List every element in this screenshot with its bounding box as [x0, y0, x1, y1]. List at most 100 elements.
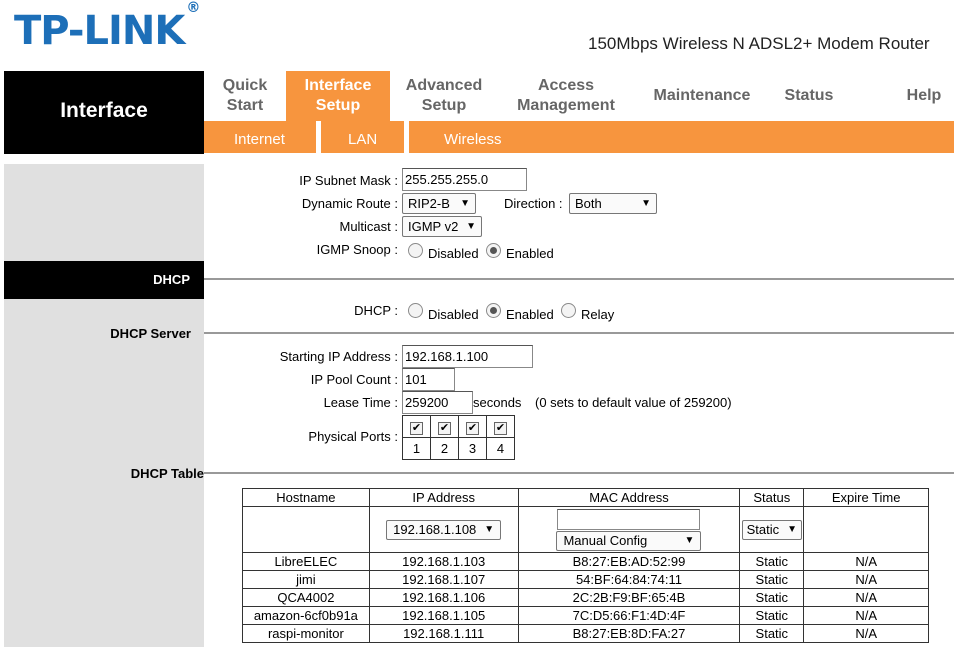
igmp-snoop-enabled-label: Enabled [506, 246, 554, 261]
table-cell: N/A [803, 624, 929, 643]
lease-time-input[interactable] [402, 391, 473, 414]
table-cell: 192.168.1.105 [368, 606, 519, 625]
ip-address-select[interactable]: 192.168.1.108 ▼ [386, 519, 502, 540]
table-cell: N/A [803, 570, 929, 589]
multicast-select[interactable]: IGMP v2 ▼ [402, 216, 482, 237]
add-entry-row: 192.168.1.108 ▼ Manual Config ▼ Static ▼ [242, 506, 929, 553]
table-row: amazon-6cf0b91a 192.168.1.105 7C:D5:66:F1:… [242, 606, 929, 625]
table-cell: N/A [803, 606, 929, 625]
lease-unit: seconds [473, 395, 522, 410]
port-number: 2 [430, 437, 459, 460]
table-row: raspi-monitor 192.168.1.111 B8:27:EB:8D:FA… [242, 624, 929, 643]
table-row: LibreELEC 192.168.1.103 B8:27:EB:AD:52:99 S… [242, 552, 929, 571]
port-number: 4 [486, 437, 515, 460]
dhcp-enabled-label: Enabled [506, 307, 554, 322]
column-header: Expire Time [803, 488, 929, 507]
multicast-label: Multicast : [339, 219, 398, 234]
igmp-snoop-label: IGMP Snoop : [316, 242, 398, 257]
dhcp-disabled-radio[interactable] [408, 303, 423, 318]
dhcp-server-heading: DHCP Server [110, 326, 191, 341]
divider [204, 278, 954, 280]
dhcp-enabled-radio[interactable] [486, 303, 501, 318]
pool-count-input[interactable] [402, 368, 455, 391]
table-cell: B8:27:EB:8D:FA:27 [517, 624, 741, 643]
nav-maintenance[interactable]: Maintenance [642, 71, 762, 121]
table-cell: 7C:D5:66:F1:4D:4F [517, 606, 741, 625]
physical-ports-label: Physical Ports : [308, 429, 398, 444]
model-name: 150Mbps Wireless N ADSL2+ Modem Router [588, 34, 930, 53]
direction-select[interactable]: Both ▼ [569, 193, 657, 214]
main-nav: Quick Start Interface Setup Advanced Set… [204, 71, 954, 121]
table-cell: B8:27:EB:AD:52:99 [517, 552, 741, 571]
dhcp-table-heading: DHCP Table [130, 466, 204, 481]
port-1-checkbox[interactable]: ✔ [410, 421, 423, 435]
table-row: jimi 192.168.1.107 54:BF:64:84:74:11 Static… [242, 570, 929, 589]
nav-access-management[interactable]: Access Management [498, 71, 634, 121]
port-4-checkbox[interactable]: ✔ [494, 421, 507, 435]
dynamic-route-label: Dynamic Route : [301, 196, 398, 211]
mac-address-input[interactable] [557, 508, 701, 530]
igmp-snoop-disabled-label: Disabled [428, 246, 479, 261]
divider [204, 332, 954, 334]
section-title: Interface [4, 71, 204, 154]
igmp-snoop-enabled-radio[interactable] [486, 243, 501, 258]
table-cell: 192.168.1.103 [368, 552, 519, 571]
dhcp-relay-radio[interactable] [561, 303, 576, 318]
port-number: 3 [458, 437, 487, 460]
table-cell: Static [739, 552, 805, 571]
subnav-divider [316, 121, 321, 153]
subnav-lan[interactable]: LAN [348, 121, 377, 153]
table-cell: 2C:2B:F9:BF:65:4B [517, 588, 741, 607]
table-cell: Static [739, 624, 805, 643]
table-cell: Static [739, 588, 805, 607]
dhcp-disabled-label: Disabled [428, 307, 479, 322]
dhcp-table: Hostname IP Address MAC Address Status E… [242, 488, 929, 643]
chevron-down-icon: ▼ [466, 221, 476, 232]
status-select[interactable]: Static ▼ [741, 519, 803, 540]
start-ip-input[interactable] [402, 345, 533, 368]
nav-status[interactable]: Status [769, 71, 849, 121]
chevron-down-icon: ▼ [484, 524, 495, 535]
igmp-snoop-disabled-radio[interactable] [408, 243, 423, 258]
table-row: QCA4002 192.168.1.106 2C:2B:F9:BF:65:4B Sta… [242, 588, 929, 607]
dynamic-route-select[interactable]: RIP2-B ▼ [402, 193, 476, 214]
nav-advanced-setup[interactable]: Advanced Setup [390, 71, 498, 121]
nav-help[interactable]: Help [894, 71, 954, 121]
chevron-down-icon: ▼ [460, 198, 470, 209]
divider [204, 472, 954, 474]
nav-quick-start[interactable]: Quick Start [204, 71, 286, 121]
lease-time-label: Lease Time : [323, 395, 398, 410]
table-cell: 54:BF:64:84:74:11 [517, 570, 741, 589]
table-cell: 192.168.1.107 [368, 570, 519, 589]
lease-note: (0 sets to default value of 259200) [535, 395, 732, 410]
column-header: Hostname [242, 488, 370, 507]
chevron-down-icon: ▼ [684, 535, 695, 546]
subnet-mask-input[interactable] [402, 168, 527, 191]
subnav-divider [404, 121, 409, 153]
table-cell: QCA4002 [242, 588, 370, 607]
column-header: IP Address [368, 488, 519, 507]
chevron-down-icon: ▼ [641, 198, 651, 209]
table-cell: Static [739, 570, 805, 589]
sub-nav: Internet LAN Wireless [204, 121, 954, 153]
port-3-checkbox[interactable]: ✔ [466, 421, 479, 435]
dhcp-relay-label: Relay [581, 307, 615, 322]
dhcp-label: DHCP : [354, 303, 398, 318]
column-header: Status [739, 488, 805, 507]
table-cell: amazon-6cf0b91a [242, 606, 370, 625]
pool-count-label: IP Pool Count : [310, 372, 398, 387]
subnet-mask-label: IP Subnet Mask : [299, 173, 398, 188]
left-sidebar [4, 164, 204, 647]
table-cell: 192.168.1.111 [368, 624, 519, 643]
tp-link-logo: TP-LINK® [14, 0, 200, 54]
direction-label: Direction : [504, 196, 563, 211]
column-header: MAC Address [517, 488, 741, 507]
mac-mode-select[interactable]: Manual Config ▼ [556, 530, 702, 551]
table-cell: N/A [803, 552, 929, 571]
table-cell: jimi [242, 570, 370, 589]
nav-interface-setup[interactable]: Interface Setup [286, 71, 390, 121]
table-cell: raspi-monitor [242, 624, 370, 643]
port-2-checkbox[interactable]: ✔ [438, 421, 451, 435]
subnav-internet[interactable]: Internet [234, 121, 285, 153]
subnav-wireless[interactable]: Wireless [444, 121, 502, 153]
